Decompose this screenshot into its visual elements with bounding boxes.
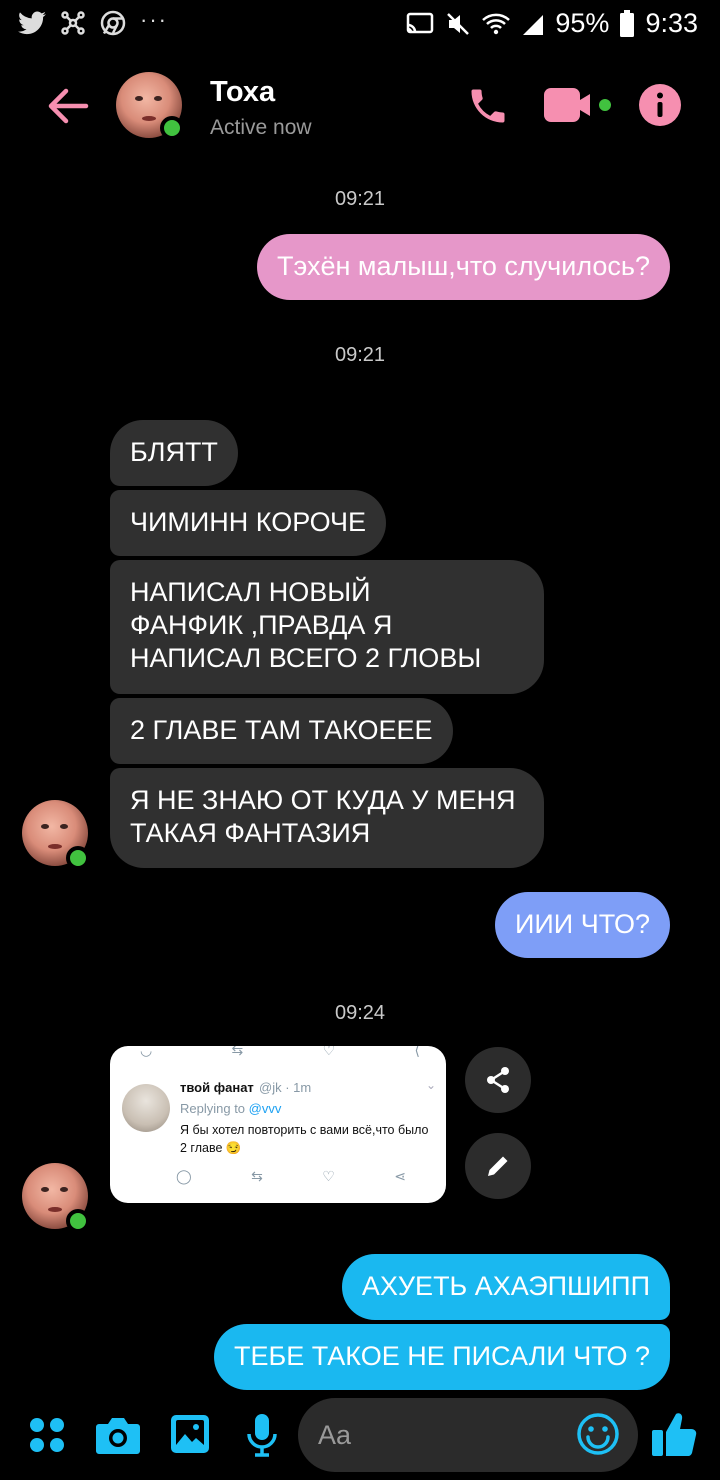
message-input-placeholder: Aa [318, 1420, 352, 1450]
emoji-icon[interactable] [576, 1412, 620, 1456]
thumbs-up-icon[interactable] [650, 1408, 698, 1458]
like-icon: ♡ [322, 1168, 335, 1184]
incoming-message[interactable]: БЛЯТТ [110, 420, 238, 486]
share-icon [487, 1067, 509, 1093]
tweet-avatar [122, 1084, 170, 1132]
pencil-icon [488, 1156, 508, 1176]
more-notifications-icon: ··· [140, 7, 168, 32]
outgoing-message[interactable]: Тэхён малыш,что случилось? [256, 234, 670, 300]
incoming-message[interactable]: Я НЕ ЗНАЮ ОТ КУДА У МЕНЯ ТАКАЯ ФАНТАЗИЯ [110, 768, 544, 868]
timestamp: 09:21 [334, 344, 386, 366]
chrome-icon [100, 10, 126, 36]
twitter-icon [18, 11, 46, 35]
tweet-author: твой фанат [180, 1080, 254, 1095]
video-call-icon[interactable] [544, 86, 614, 126]
incoming-message[interactable]: 2 ГЛАВЕ ТАМ ТАКОЕЕЕ [110, 698, 453, 764]
status-bar: ··· 95% 9:33 [0, 0, 720, 50]
share-icon: ⋖ [394, 1168, 406, 1184]
shared-image[interactable]: ◡ ⇆ ♡ ⟨ твой фанат @jk · 1m ⌄ Replying to @… [110, 1046, 446, 1203]
incoming-message[interactable]: ЧИМИНН КОРОЧЕ [110, 490, 387, 556]
online-indicator [66, 846, 90, 870]
edit-button[interactable] [465, 1133, 531, 1199]
contact-name[interactable]: Тоха [210, 76, 275, 109]
tweet-text: Я бы хотел повторить с вами всё,что было… [180, 1123, 429, 1155]
clock: 9:33 [645, 8, 698, 38]
gallery-icon[interactable] [169, 1413, 211, 1455]
battery-percent: 95% [555, 8, 610, 38]
info-icon[interactable] [638, 83, 682, 127]
mute-icon [447, 12, 470, 35]
contact-status: Active now [210, 116, 312, 139]
camera-icon[interactable] [95, 1414, 141, 1456]
retweet-icon: ⇆ [251, 1168, 263, 1184]
cast-icon [407, 12, 434, 33]
more-actions-icon[interactable] [28, 1416, 66, 1454]
tweet-handle: @jk · 1m [259, 1080, 312, 1095]
message-input[interactable]: Aa [298, 1398, 638, 1472]
reply-icon: ◯ [176, 1168, 192, 1184]
back-arrow-icon[interactable] [44, 82, 92, 130]
chevron-down-icon: ⌄ [425, 1078, 436, 1092]
outgoing-message[interactable]: ИИИ ЧТО? [494, 892, 670, 958]
phone-call-icon[interactable] [466, 84, 510, 128]
network-icon [61, 11, 85, 35]
wifi-icon [482, 13, 511, 34]
outgoing-message[interactable]: АХУЕТЬ АХАЭПШИПП [341, 1254, 670, 1320]
online-indicator [160, 116, 184, 140]
tweet-actions: ◯ ⇆ ♡ ⋖ [176, 1168, 406, 1185]
share-button[interactable] [465, 1047, 531, 1113]
timestamp: 09:21 [334, 188, 386, 210]
incoming-message[interactable]: НАПИСАЛ НОВЫЙ ФАНФИК ,ПРАВДА Я НАПИСАЛ В… [110, 560, 544, 694]
microphone-icon[interactable] [244, 1412, 280, 1458]
tweet-replying: Replying to @vvv [180, 1101, 282, 1116]
tweet-top-actions: ◡ ⇆ ♡ ⟨ [140, 1046, 420, 1058]
timestamp: 09:24 [334, 1002, 386, 1024]
signal-icon [523, 14, 544, 35]
battery-icon [620, 9, 635, 37]
online-indicator [66, 1209, 90, 1233]
outgoing-message[interactable]: ТЕБЕ ТАКОЕ НЕ ПИСАЛИ ЧТО ? [213, 1324, 670, 1390]
